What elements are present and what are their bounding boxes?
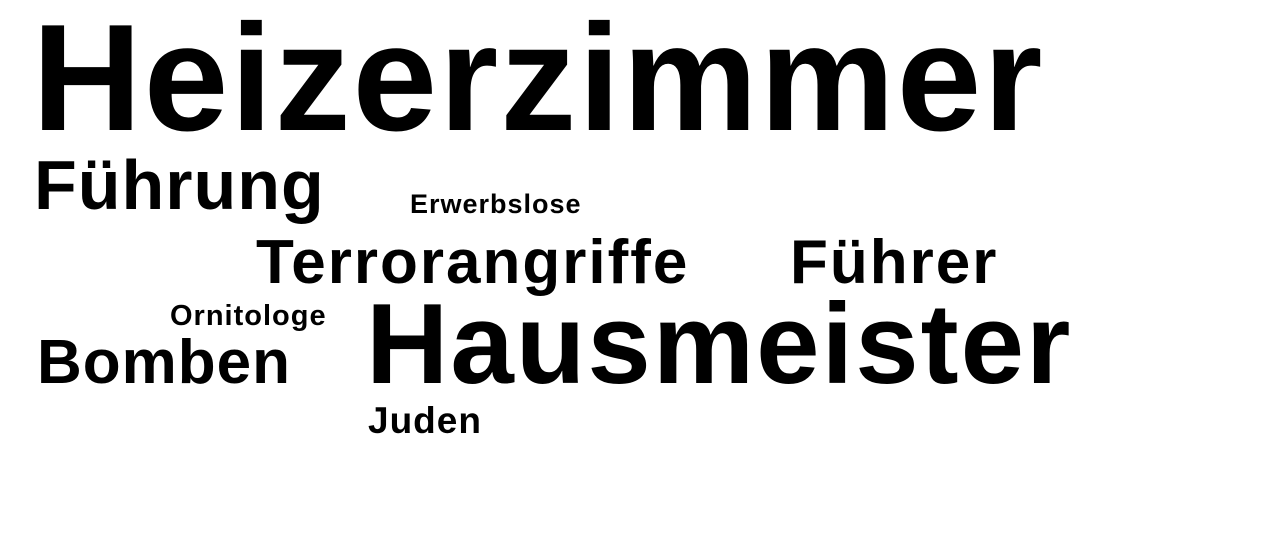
word-heizerzimmer: Heizerzimmer [32, 0, 1045, 163]
word-ornitologe: Ornitologe [170, 300, 327, 332]
word-cloud: Heizerzimmer Führung Erwerbslose Terrora… [0, 0, 1269, 539]
word-fuehrung: Führung [34, 146, 325, 224]
word-hausmeister: Hausmeister [366, 281, 1073, 408]
word-juden: Juden [368, 400, 482, 441]
word-erwerbslose: Erwerbslose [410, 189, 582, 219]
word-bomben: Bomben [37, 328, 291, 397]
